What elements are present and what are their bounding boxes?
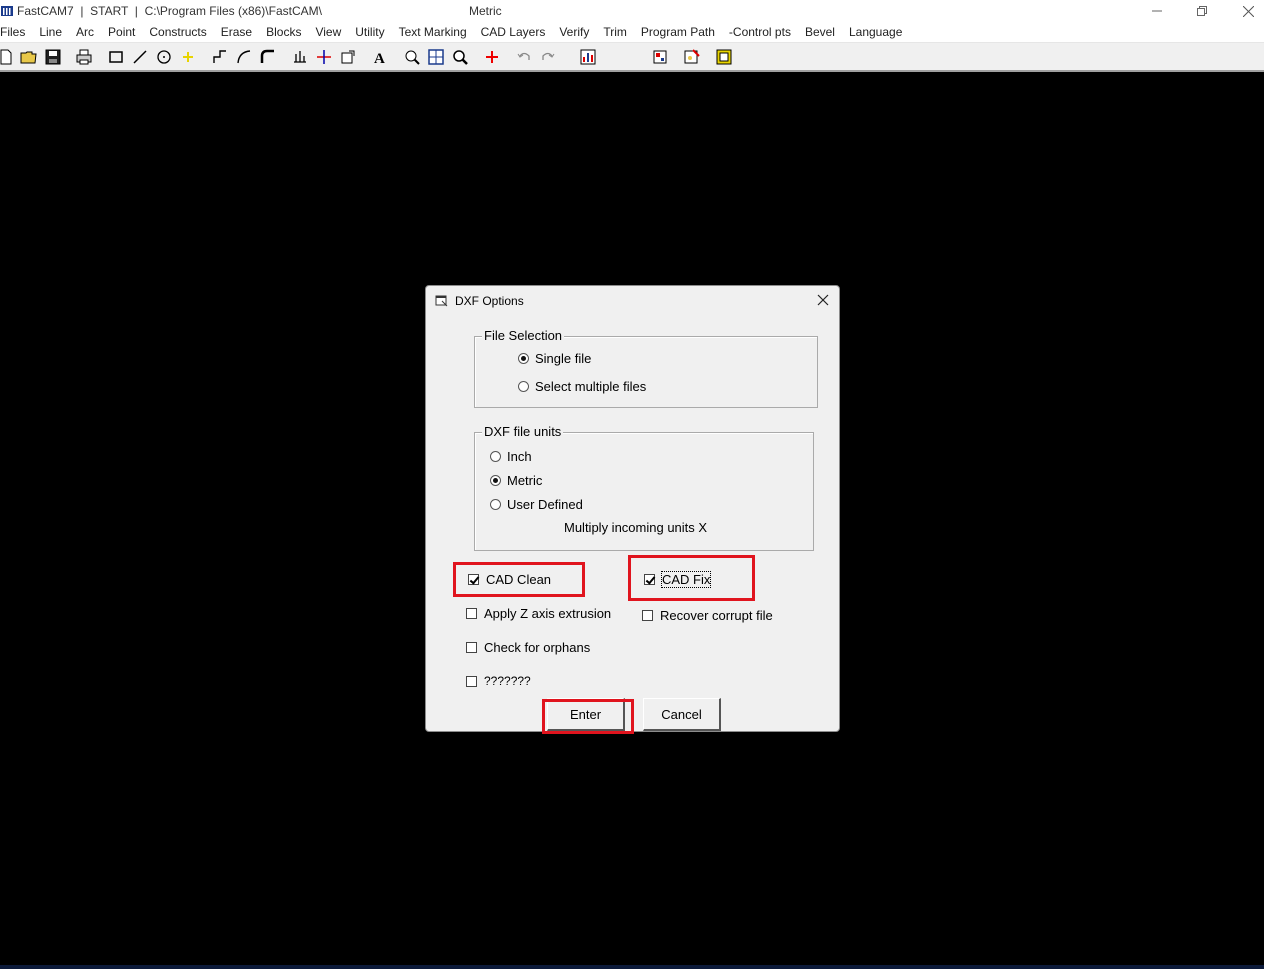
radio-inch-indicator[interactable] — [490, 451, 501, 462]
checkbox-apply-z-label: Apply Z axis extrusion — [484, 606, 612, 621]
radio-user-defined-indicator[interactable] — [490, 499, 501, 510]
taskbar-edge — [0, 965, 1264, 969]
menu-control-pts[interactable]: -Control pts — [722, 22, 798, 42]
dialog-close-icon[interactable] — [815, 292, 831, 308]
menu-arc[interactable]: Arc — [69, 22, 101, 42]
app-icon — [1, 5, 13, 17]
process-icon[interactable] — [682, 47, 702, 67]
measure-icon[interactable] — [314, 47, 334, 67]
circle-icon[interactable] — [154, 47, 174, 67]
close-icon[interactable] — [1225, 0, 1264, 22]
radio-metric-label: Metric — [507, 473, 543, 488]
menu-bar: Files Line Arc Point Constructs Erase Bl… — [0, 22, 1264, 43]
save-icon[interactable] — [43, 47, 63, 67]
dxf-options-dialog: DXF Options File Selection Single file S… — [425, 285, 840, 734]
checkbox-check-orphans-box[interactable] — [466, 642, 477, 653]
highlight-enter-button — [542, 699, 634, 734]
menu-verify[interactable]: Verify — [552, 22, 596, 42]
radio-inch-label: Inch — [507, 449, 532, 464]
radio-single-file[interactable]: Single file — [518, 351, 591, 366]
radio-multiple-files-label: Select multiple files — [535, 379, 647, 394]
checkbox-unknown[interactable]: ??????? — [466, 674, 531, 688]
open-folder-icon[interactable] — [19, 47, 39, 67]
radio-single-file-label: Single file — [535, 351, 592, 366]
radio-metric[interactable]: Metric — [490, 473, 542, 488]
checkbox-check-orphans-label: Check for orphans — [484, 640, 591, 655]
checkbox-unknown-box[interactable] — [466, 675, 477, 687]
checkbox-apply-z[interactable]: Apply Z axis extrusion — [466, 606, 611, 621]
file-selection-label: File Selection — [482, 328, 565, 344]
menu-files[interactable]: Files — [0, 22, 32, 42]
fillet-icon[interactable] — [258, 47, 278, 67]
radio-multiple-files-indicator[interactable] — [518, 381, 529, 392]
print-icon[interactable] — [74, 47, 94, 67]
nest-icon[interactable] — [650, 47, 670, 67]
highlight-cad-clean — [453, 562, 585, 597]
window-title: FastCAM7 | START | C:\Program Files (x86… — [17, 4, 322, 18]
new-file-icon[interactable] — [0, 47, 16, 67]
radio-user-defined-label: User Defined — [507, 497, 583, 512]
menu-blocks[interactable]: Blocks — [259, 22, 308, 42]
checkbox-check-orphans[interactable]: Check for orphans — [466, 640, 590, 655]
redo-icon[interactable] — [538, 47, 558, 67]
checkbox-recover-corrupt-box[interactable] — [642, 610, 653, 621]
chart-icon[interactable] — [578, 47, 598, 67]
dialog-title: DXF Options — [455, 294, 524, 308]
dialog-window-icon — [435, 294, 448, 307]
text-icon[interactable]: A — [370, 47, 390, 67]
checkbox-recover-corrupt[interactable]: Recover corrupt file — [642, 608, 773, 623]
restore-icon[interactable] — [1179, 0, 1225, 22]
radio-metric-indicator[interactable] — [490, 475, 501, 486]
menu-cad-layers[interactable]: CAD Layers — [474, 22, 553, 42]
menu-utility[interactable]: Utility — [348, 22, 391, 42]
menu-point[interactable]: Point — [101, 22, 142, 42]
menu-language[interactable]: Language — [842, 22, 909, 42]
radio-inch[interactable]: Inch — [490, 449, 532, 464]
menu-view[interactable]: View — [308, 22, 348, 42]
zoom-window-icon[interactable] — [402, 47, 422, 67]
dxf-units-label: DXF file units — [482, 424, 564, 440]
checkbox-apply-z-box[interactable] — [466, 608, 477, 619]
checkbox-unknown-label: ??????? — [484, 674, 531, 688]
file-selection-group: File Selection — [474, 328, 818, 408]
multiply-units-label: Multiply incoming units X — [564, 520, 708, 535]
menu-program-path[interactable]: Program Path — [634, 22, 722, 42]
post-icon[interactable] — [714, 47, 734, 67]
arc-tangent-icon[interactable] — [234, 47, 254, 67]
radio-user-defined[interactable]: User Defined — [490, 497, 583, 512]
units-indicator: Metric — [469, 4, 502, 18]
menu-constructs[interactable]: Constructs — [142, 22, 213, 42]
menu-erase[interactable]: Erase — [214, 22, 259, 42]
rectangle-icon[interactable] — [106, 47, 126, 67]
zoom-icon[interactable] — [450, 47, 470, 67]
export-icon[interactable] — [338, 47, 358, 67]
path-icon[interactable] — [290, 47, 310, 67]
minimize-icon[interactable] — [1134, 0, 1180, 22]
toolbar: A — [0, 43, 1264, 72]
menu-text-marking[interactable]: Text Marking — [392, 22, 474, 42]
line-icon[interactable] — [130, 47, 150, 67]
svg-text:A: A — [374, 51, 385, 66]
menu-bevel[interactable]: Bevel — [798, 22, 842, 42]
origin-icon[interactable] — [482, 47, 502, 67]
window-titlebar: FastCAM7 | START | C:\Program Files (x86… — [0, 0, 1264, 22]
step-line-icon[interactable] — [210, 47, 230, 67]
menu-trim[interactable]: Trim — [596, 22, 634, 42]
dialog-titlebar: DXF Options — [426, 286, 839, 316]
radio-single-file-indicator[interactable] — [518, 353, 529, 364]
cancel-button[interactable]: Cancel — [643, 698, 721, 731]
highlight-cad-fix — [628, 555, 755, 601]
zoom-all-icon[interactable] — [426, 47, 446, 67]
point-icon[interactable] — [178, 47, 198, 67]
checkbox-recover-corrupt-label: Recover corrupt file — [660, 608, 773, 623]
radio-multiple-files[interactable]: Select multiple files — [518, 379, 646, 394]
undo-icon[interactable] — [514, 47, 534, 67]
menu-line[interactable]: Line — [32, 22, 69, 42]
